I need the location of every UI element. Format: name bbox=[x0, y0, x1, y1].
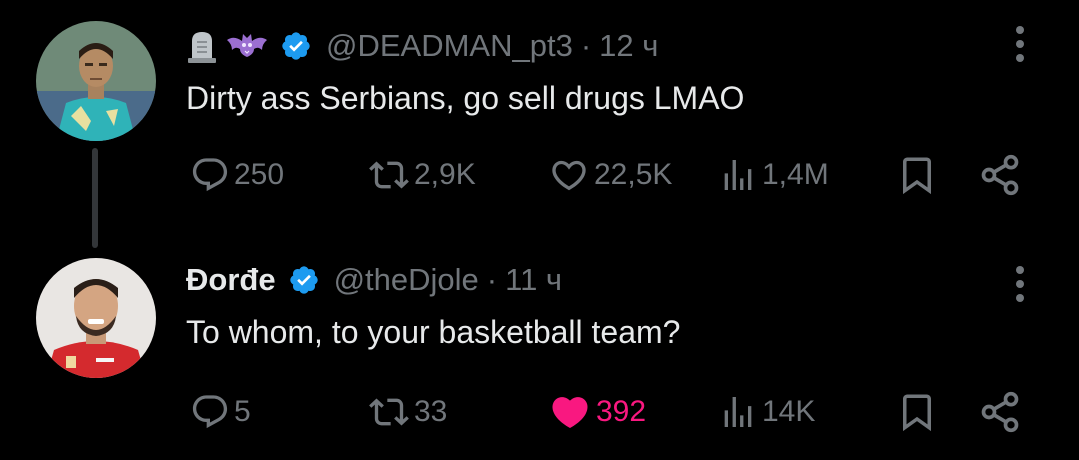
thread-connector-line bbox=[92, 148, 98, 248]
tweet-1-more-icon[interactable] bbox=[1010, 22, 1030, 66]
heart-filled-icon bbox=[552, 397, 588, 429]
tweet-2-reply-count: 5 bbox=[234, 395, 251, 428]
tweet-2-repost-button[interactable]: 33 bbox=[368, 390, 447, 434]
repost-icon bbox=[369, 398, 409, 426]
heart-outline-icon bbox=[552, 160, 586, 191]
tweet-2-like-count: 392 bbox=[596, 395, 647, 428]
tweet-2-bookmark-button[interactable] bbox=[896, 390, 938, 434]
bookmark-icon bbox=[903, 394, 931, 432]
share-icon bbox=[981, 154, 1019, 196]
share-icon bbox=[981, 391, 1019, 433]
avatar-deadman[interactable] bbox=[36, 21, 156, 141]
tweet-1-reply-button[interactable]: 250 bbox=[190, 153, 284, 197]
reply-icon bbox=[192, 395, 228, 429]
tweet-1-bookmark-button[interactable] bbox=[896, 153, 938, 197]
verified-badge-icon[interactable] bbox=[280, 30, 312, 62]
tweet-1-handle[interactable]: @DEADMAN_pt3 bbox=[326, 28, 573, 64]
tweet-1-views-button[interactable]: 1,4M bbox=[718, 153, 829, 197]
verified-badge-icon[interactable] bbox=[288, 264, 320, 296]
views-icon bbox=[724, 160, 752, 190]
tweet-1-timestamp[interactable]: 12 ч bbox=[599, 28, 658, 64]
avatar-thedjole[interactable] bbox=[36, 258, 156, 378]
tweet-1-header: @DEADMAN_pt3 · 12 ч bbox=[186, 24, 658, 68]
tweet-2-timestamp[interactable]: 11 ч bbox=[505, 262, 562, 298]
tweet-1-repost-count: 2,9K bbox=[414, 158, 476, 191]
tweet-2-text: To whom, to your basketball team? bbox=[186, 314, 681, 350]
tweet-1-like-count: 22,5K bbox=[594, 158, 673, 191]
tweet-2-view-count: 14K bbox=[762, 395, 816, 428]
tweet-1-view-count: 1,4M bbox=[762, 158, 829, 191]
tweet-2[interactable]: Đorđe @theDjole · 11 ч To whom, to your … bbox=[0, 250, 1079, 460]
repost-icon bbox=[369, 161, 409, 189]
tweet-1-like-button[interactable]: 22,5K bbox=[548, 153, 672, 197]
tweet-1-text: Dirty ass Serbians, go sell drugs LMAO bbox=[186, 80, 745, 116]
bookmark-icon bbox=[903, 157, 931, 195]
tweet-2-reply-button[interactable]: 5 bbox=[190, 390, 251, 434]
tweet-2-share-button[interactable] bbox=[978, 390, 1022, 434]
tweet-1-reply-count: 250 bbox=[234, 158, 285, 191]
reply-icon bbox=[192, 158, 228, 192]
tweet-2-handle[interactable]: @theDjole bbox=[334, 262, 479, 298]
views-icon bbox=[724, 397, 752, 427]
tweet-2-display-name[interactable]: Đorđe bbox=[186, 262, 276, 298]
tweet-2-more-icon[interactable] bbox=[1010, 262, 1030, 306]
tweet-1-share-button[interactable] bbox=[978, 153, 1022, 197]
tweet-1[interactable]: @DEADMAN_pt3 · 12 ч Dirty ass Serbians, … bbox=[0, 0, 1079, 250]
tweet-1-separator: · bbox=[580, 28, 592, 63]
tweet-2-repost-count: 33 bbox=[414, 395, 448, 428]
tweet-2-views-button[interactable]: 14K bbox=[718, 390, 815, 434]
bat-icon bbox=[226, 32, 268, 60]
tweet-2-separator: · bbox=[486, 262, 498, 297]
tweet-1-repost-button[interactable]: 2,9K bbox=[368, 153, 476, 197]
tweet-2-like-button[interactable]: 392 bbox=[548, 390, 646, 434]
headstone-icon bbox=[186, 29, 218, 63]
tweet-2-header: Đorđe @theDjole · 11 ч bbox=[186, 258, 562, 302]
